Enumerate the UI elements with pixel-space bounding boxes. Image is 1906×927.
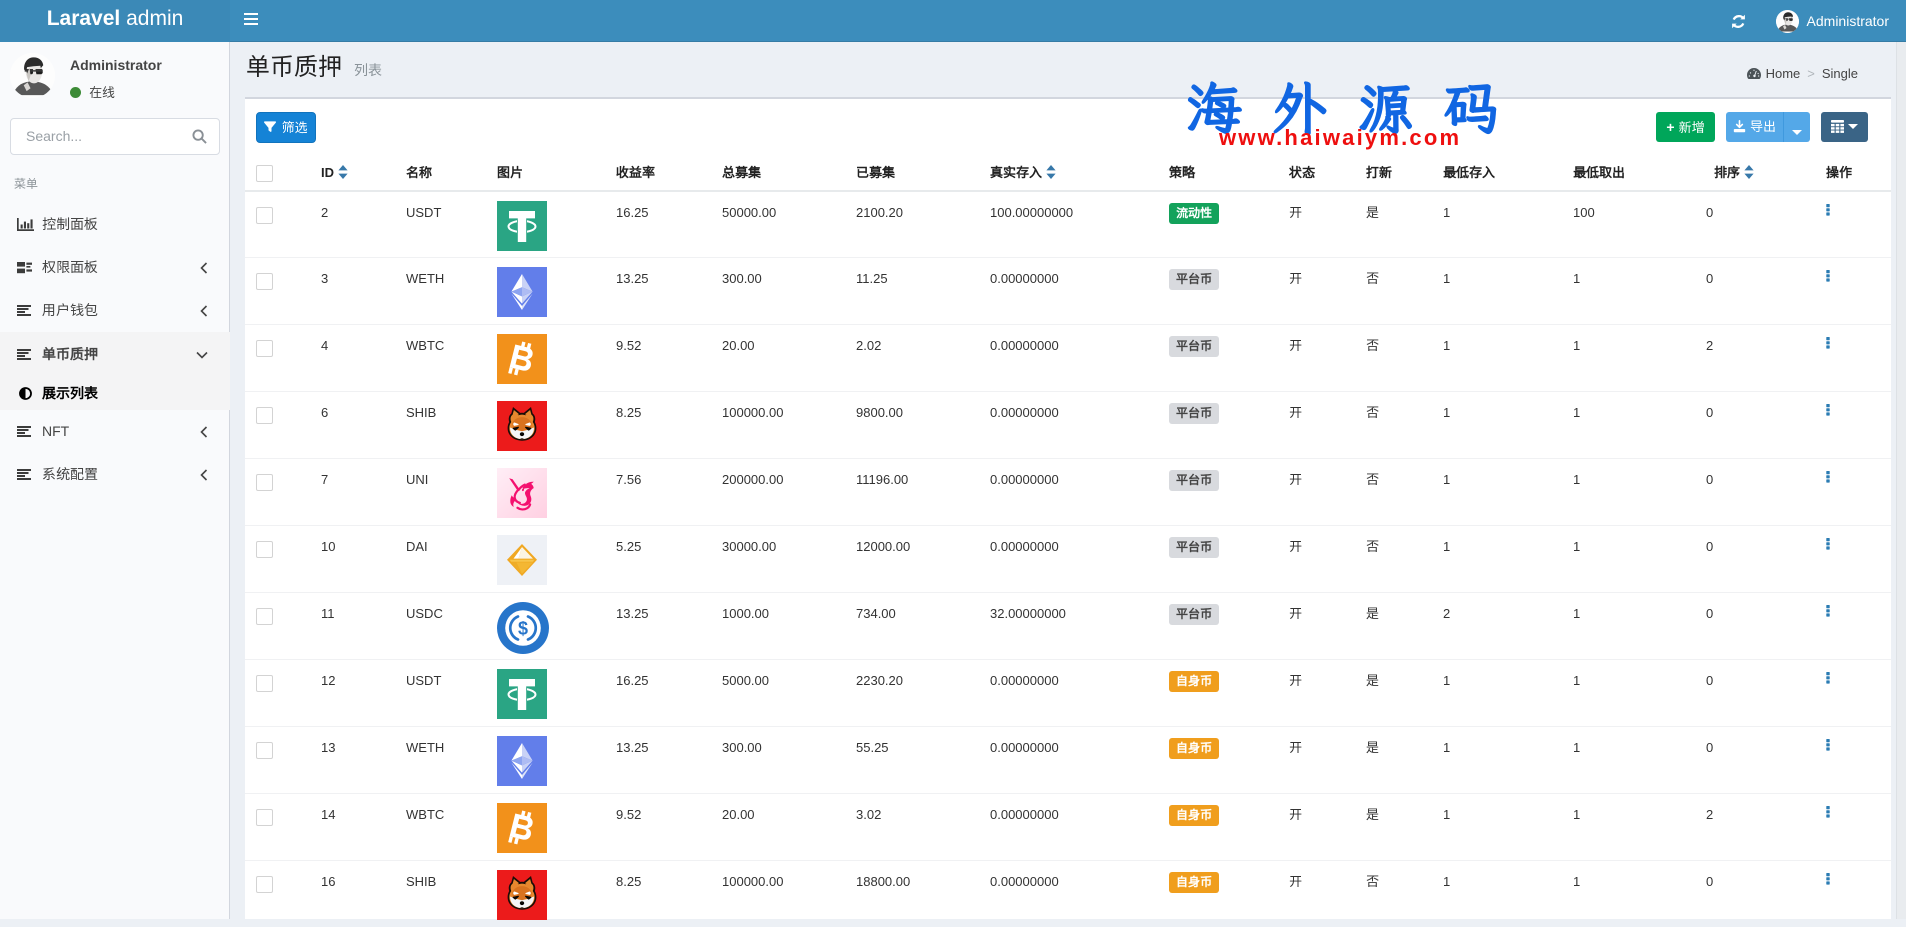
svg-text:$: $ bbox=[518, 618, 528, 638]
